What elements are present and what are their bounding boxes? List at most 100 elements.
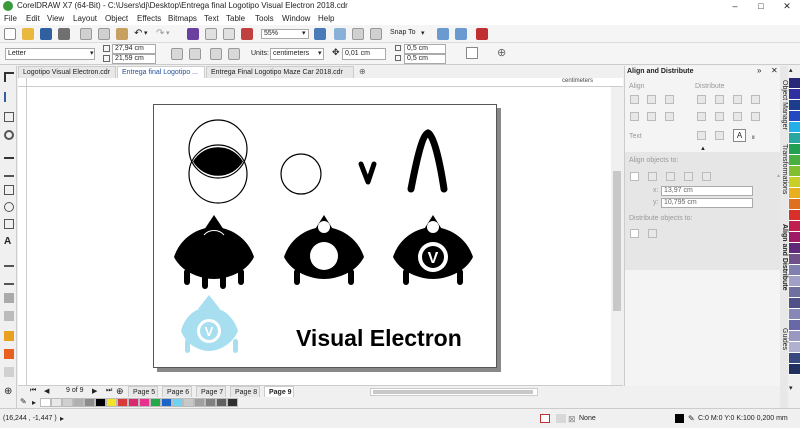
menu-tools[interactable]: Tools [255, 13, 274, 25]
page-tab-5[interactable]: Page 5 [128, 386, 158, 397]
menu-layout[interactable]: Layout [73, 13, 97, 25]
tab-align-distribute[interactable]: Align and Distribute [780, 224, 788, 291]
eyedropper-icon[interactable]: ✎ [20, 397, 27, 406]
vertical-ruler[interactable] [18, 87, 27, 385]
rectangle-tool-icon[interactable] [4, 185, 14, 195]
docker-collapse-icon[interactable]: » [757, 66, 761, 75]
palette-arrow-icon[interactable]: ▸ [32, 398, 36, 407]
color-swatch[interactable] [789, 111, 800, 122]
artistic-media-tool-icon[interactable] [4, 167, 14, 177]
minimize-button[interactable]: – [722, 0, 748, 13]
color-swatch[interactable] [789, 232, 800, 243]
menu-window[interactable]: Window [282, 13, 310, 25]
page-tab-7[interactable]: Page 7 [196, 386, 226, 397]
menu-object[interactable]: Object [105, 13, 128, 25]
add-page-icon[interactable]: ⊕ [116, 386, 124, 397]
distribute-spacing-icon[interactable] [733, 95, 742, 104]
new-tab-icon[interactable]: ⊕ [359, 67, 366, 76]
prev-page-icon[interactable]: ◀ [44, 387, 49, 395]
color-swatch[interactable] [161, 398, 172, 407]
all-pages-icon[interactable] [210, 48, 222, 60]
crop-tool-icon[interactable] [4, 112, 14, 122]
duplicate-distance-x-field[interactable]: 0,5 cm [404, 44, 446, 54]
align-right-icon[interactable] [665, 95, 674, 104]
palette-scroll-down-icon[interactable]: ▾ [789, 384, 793, 392]
color-swatch[interactable] [106, 398, 117, 407]
menu-effects[interactable]: Effects [137, 13, 161, 25]
color-swatch[interactable] [789, 133, 800, 144]
tab-logotipo-visual-electron[interactable]: Logotipo Visual Electron.cdr [18, 66, 116, 78]
distribute-to-page-icon[interactable] [648, 229, 657, 238]
parallel-dimension-tool-icon[interactable] [4, 257, 14, 267]
page-tab-6[interactable]: Page 6 [162, 386, 192, 397]
color-swatch[interactable] [789, 166, 800, 177]
page-tab-9[interactable]: Page 9 [264, 386, 294, 397]
color-swatch[interactable] [789, 100, 800, 111]
zoom-tool-icon[interactable] [4, 130, 14, 140]
align-to-grid-icon[interactable] [684, 172, 693, 181]
color-swatch[interactable] [227, 398, 238, 407]
redo-icon[interactable]: ↷ [156, 28, 164, 39]
application-launcher-icon[interactable] [476, 28, 488, 40]
palette-scroll-up-icon[interactable]: ▴ [789, 66, 793, 74]
snap-to-dropdown-icon[interactable]: ▾ [421, 29, 425, 37]
horizontal-ruler[interactable]: centimeters [27, 78, 623, 87]
color-swatch[interactable] [789, 309, 800, 320]
page-height-field[interactable]: 21,59 cm [112, 54, 156, 64]
align-to-point-icon[interactable] [702, 172, 711, 181]
distribute-middle-icon[interactable] [715, 112, 724, 121]
color-swatch[interactable] [62, 398, 73, 407]
redo-dropdown-icon[interactable]: ▾ [166, 29, 170, 37]
pick-tool-icon[interactable] [4, 72, 14, 82]
units-select[interactable]: centimeters [270, 48, 324, 60]
text-tool-icon[interactable]: A [4, 237, 14, 247]
tab-object-manager[interactable]: Object Manager [780, 80, 788, 130]
distribute-to-selection-icon[interactable] [630, 229, 639, 238]
tab-maze-car[interactable]: Entrega Final Logotipo Maze Car 2018.cdr [206, 66, 354, 78]
maximize-button[interactable]: □ [748, 0, 774, 13]
options-icon[interactable] [455, 28, 467, 40]
color-swatch[interactable] [789, 199, 800, 210]
next-page-icon[interactable]: ▶ [92, 387, 97, 395]
distribute-bottom-icon[interactable] [751, 112, 760, 121]
logo-artwork[interactable]: V V Visual Electron [154, 105, 498, 369]
align-center-v-icon[interactable] [647, 112, 656, 121]
text-first-line-icon[interactable] [697, 131, 706, 140]
color-swatch[interactable] [789, 188, 800, 199]
color-swatch[interactable] [117, 398, 128, 407]
color-swatch[interactable] [789, 78, 800, 89]
smart-fill-tool-icon[interactable] [4, 367, 14, 377]
distribute-right-icon[interactable] [751, 95, 760, 104]
tab-guides[interactable]: Guides [780, 328, 788, 350]
color-swatch[interactable] [789, 210, 800, 221]
duplicate-distance-y-field[interactable]: 0,5 cm [404, 54, 446, 64]
last-page-icon[interactable]: ⏭ [106, 387, 112, 395]
document-page[interactable]: V V Visual Electron [153, 104, 497, 368]
color-swatch[interactable] [789, 243, 800, 254]
color-swatch[interactable] [789, 177, 800, 188]
page-tab-8[interactable]: Page 8 [230, 386, 260, 397]
open-folder-icon[interactable] [22, 28, 34, 40]
print-icon[interactable] [58, 28, 70, 40]
color-swatch[interactable] [84, 398, 95, 407]
status-arrow-icon[interactable]: ▸ [60, 414, 64, 423]
save-icon[interactable] [40, 28, 52, 40]
color-swatch[interactable] [194, 398, 205, 407]
show-grid-icon[interactable] [352, 28, 364, 40]
nudge-distance-field[interactable]: 0,01 cm [342, 48, 386, 60]
color-swatch[interactable] [789, 122, 800, 133]
paper-size-select[interactable]: Letter [5, 48, 95, 60]
menu-file[interactable]: File [4, 13, 17, 25]
interactive-fill-tool-icon[interactable] [4, 349, 14, 359]
color-swatch[interactable] [789, 287, 800, 298]
text-last-line-icon[interactable] [715, 131, 724, 140]
drop-shadow-tool-icon[interactable] [4, 293, 14, 303]
color-swatch[interactable] [73, 398, 84, 407]
outline-swatch[interactable] [675, 414, 684, 423]
units-dropdown-icon[interactable]: ▾ [318, 49, 322, 57]
color-swatch[interactable] [150, 398, 161, 407]
color-swatch[interactable] [205, 398, 216, 407]
cut-icon[interactable] [80, 28, 92, 40]
tab-entrega-final-active[interactable]: Entrega final Logotipo ... [117, 66, 205, 78]
align-to-page-edge-icon[interactable] [648, 172, 657, 181]
